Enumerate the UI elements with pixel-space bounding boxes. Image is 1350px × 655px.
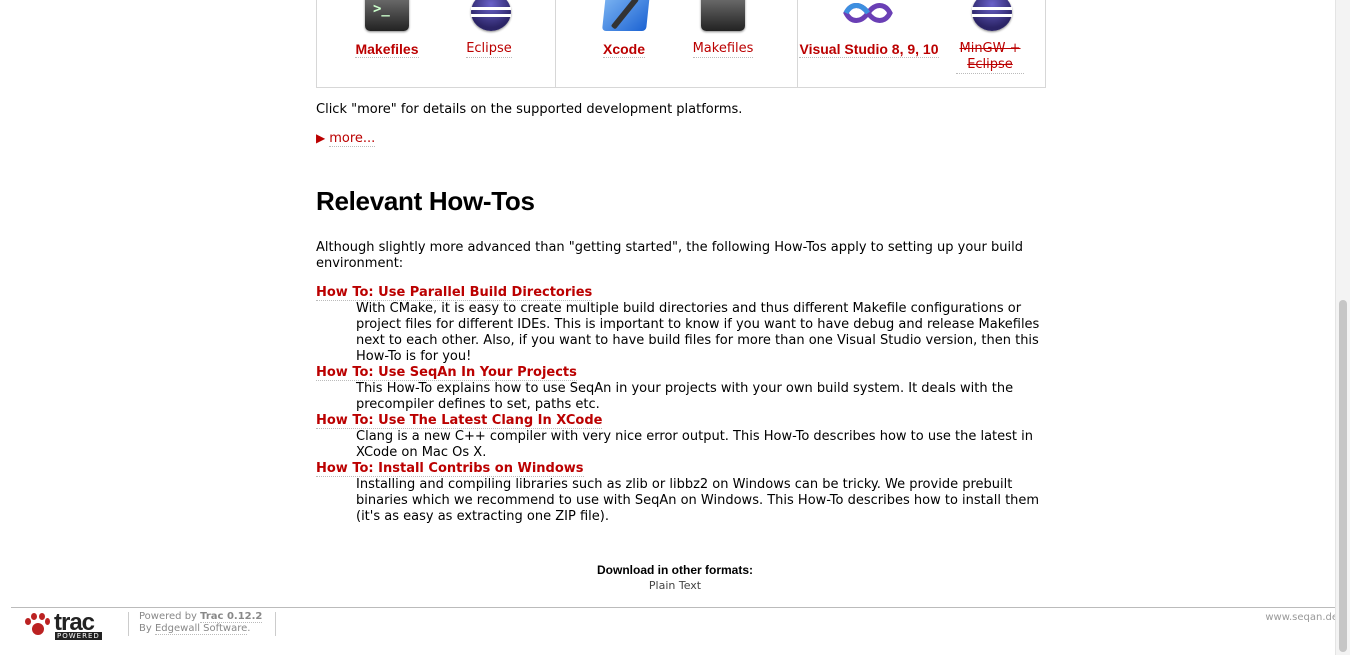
column-divider <box>797 0 798 88</box>
mingw-eclipse-link[interactable]: MinGW + Eclipse <box>956 41 1024 74</box>
edgewall-link[interactable]: Edgewall Software <box>154 623 248 635</box>
platforms-hint: Click "more" for details on the supporte… <box>316 102 743 117</box>
trac-powered-badge: POWERED <box>55 632 102 640</box>
powered-by-text: Powered by Trac 0.12.2 By Edgewall Softw… <box>139 611 263 635</box>
scrollbar-thumb[interactable] <box>1339 300 1347 652</box>
makefiles-link[interactable]: Makefiles <box>692 41 754 58</box>
alternate-formats-heading: Download in other formats: <box>597 563 753 577</box>
platform-mac-makefiles[interactable]: Makefiles <box>673 0 773 58</box>
makefiles-link[interactable]: Makefiles <box>355 41 419 58</box>
site-link[interactable]: www.seqan.de <box>1265 612 1338 623</box>
howto-description: With CMake, it is easy to create multipl… <box>356 301 1040 364</box>
footer-separator <box>128 612 129 636</box>
eclipse-link[interactable]: Eclipse <box>466 41 512 58</box>
column-divider <box>555 0 556 88</box>
footer-separator <box>275 612 276 636</box>
howto-title: How To: Install Contribs on Windows <box>316 461 1051 477</box>
eclipse-icon <box>972 0 1012 31</box>
howto-title: How To: Use Parallel Build Directories <box>316 285 1051 301</box>
platform-mac-xcode[interactable]: Xcode <box>574 0 674 58</box>
trac-version-link[interactable]: Trac 0.12.2 <box>200 611 263 623</box>
section-intro: Although slightly more advanced than "ge… <box>316 240 1023 271</box>
platform-win-mingw[interactable]: MinGW + Eclipse <box>940 0 1040 74</box>
section-heading: Relevant How-Tos <box>316 186 535 216</box>
howto-list: How To: Use Parallel Build Directories W… <box>316 285 1051 525</box>
howto-link[interactable]: How To: Use The Latest Clang In XCode <box>316 413 603 429</box>
platform-linux-eclipse[interactable]: Eclipse <box>439 0 539 58</box>
howto-title: How To: Use The Latest Clang In XCode <box>316 413 1051 429</box>
footer-divider <box>11 607 1339 608</box>
howto-link[interactable]: How To: Install Contribs on Windows <box>316 461 584 477</box>
howto-description: This How-To explains how to use SeqAn in… <box>356 381 1014 412</box>
vertical-scrollbar[interactable] <box>1335 0 1350 655</box>
visual-studio-link[interactable]: Visual Studio 8, 9, 10 <box>799 41 939 58</box>
platforms-table: Makefiles Eclipse Xcode Makefiles Visual… <box>316 0 1046 88</box>
platform-win-visual-studio[interactable]: Visual Studio 8, 9, 10 <box>799 0 939 58</box>
trac-logo[interactable]: trac POWERED <box>24 609 114 642</box>
howto-link[interactable]: How To: Use SeqAn In Your Projects <box>316 365 577 381</box>
eclipse-icon <box>471 0 511 31</box>
alternate-formats: Download in other formats: Plain Text <box>0 563 1350 592</box>
xcode-icon <box>602 0 650 31</box>
howto-description: Installing and compiling libraries such … <box>356 477 1040 524</box>
xcode-link[interactable]: Xcode <box>602 41 645 58</box>
platform-linux-makefiles[interactable]: Makefiles <box>337 0 437 58</box>
terminal-icon <box>365 0 409 31</box>
howto-title: How To: Use SeqAn In Your Projects <box>316 365 1051 381</box>
trac-paw-icon <box>24 612 50 640</box>
visual-studio-icon <box>843 3 893 23</box>
more-link[interactable]: more... <box>329 131 376 147</box>
howto-link[interactable]: How To: Use Parallel Build Directories <box>316 285 593 301</box>
more-toggle[interactable]: ▶ more... <box>316 131 376 147</box>
triangle-right-icon: ▶ <box>316 131 326 145</box>
terminal-icon <box>701 0 745 31</box>
plain-text-link[interactable]: Plain Text <box>649 579 701 592</box>
howto-description: Clang is a new C++ compiler with very ni… <box>356 429 1033 460</box>
